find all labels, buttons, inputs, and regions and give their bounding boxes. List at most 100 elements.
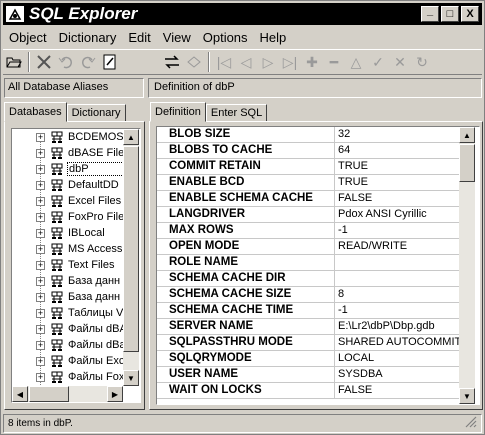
property-value[interactable]: TRUE xyxy=(335,175,463,190)
menu-help[interactable]: Help xyxy=(254,30,293,45)
expand-icon[interactable]: + xyxy=(36,196,45,206)
tree-vertical-scrollbar[interactable]: ▲ ▼ xyxy=(123,129,139,386)
redo-icon[interactable] xyxy=(77,51,99,73)
expand-icon[interactable]: + xyxy=(36,340,45,350)
open-icon[interactable] xyxy=(3,51,25,73)
property-row[interactable]: SQLPASSTHRU MODE SHARED AUTOCOMMIT xyxy=(157,335,463,351)
property-row[interactable]: ROLE NAME xyxy=(157,255,463,271)
refresh-icon[interactable]: ↻ xyxy=(411,51,433,73)
menu-options[interactable]: Options xyxy=(197,30,254,45)
tree-item[interactable]: + FoxPro Files xyxy=(12,209,124,225)
last-record-icon[interactable]: ▷| xyxy=(279,51,301,73)
app-icon[interactable] xyxy=(6,6,24,22)
property-row[interactable]: SCHEMA CACHE TIME -1 xyxy=(157,303,463,319)
expand-icon[interactable]: + xyxy=(36,228,45,238)
tree-item[interactable]: + DefaultDD xyxy=(12,177,124,193)
property-value[interactable]: 64 xyxy=(335,143,463,158)
expand-icon[interactable]: + xyxy=(36,132,45,142)
scroll-up-icon[interactable]: ▲ xyxy=(459,127,475,143)
property-row[interactable]: MAX ROWS -1 xyxy=(157,223,463,239)
property-row[interactable]: SERVER NAME E:\Lr2\dbP\Dbp.gdb xyxy=(157,319,463,335)
delete-record-icon[interactable]: ━ xyxy=(323,51,345,73)
property-value[interactable]: FALSE xyxy=(335,191,463,206)
tab-definition[interactable]: Definition xyxy=(150,102,206,122)
minimize-button[interactable]: _ xyxy=(421,6,439,22)
expand-icon[interactable]: + xyxy=(36,292,45,302)
scroll-down-icon[interactable]: ▼ xyxy=(459,388,475,404)
scroll-left-icon[interactable]: ◀ xyxy=(12,386,28,402)
first-record-icon[interactable]: |◁ xyxy=(213,51,235,73)
tree-item[interactable]: + Excel Files xyxy=(12,193,124,209)
expand-icon[interactable]: + xyxy=(36,308,45,318)
tree-item[interactable]: + Файлы Fox xyxy=(12,369,124,385)
delete-icon[interactable] xyxy=(33,51,55,73)
tab-dictionary[interactable]: Dictionary xyxy=(66,104,126,122)
menu-object[interactable]: Object xyxy=(3,30,53,45)
close-button[interactable]: X xyxy=(461,6,479,22)
property-value[interactable] xyxy=(335,271,463,286)
cancel-changes-icon[interactable] xyxy=(183,51,205,73)
expand-icon[interactable]: + xyxy=(36,260,45,270)
property-value[interactable]: E:\Lr2\dbP\Dbp.gdb xyxy=(335,319,463,334)
tree-item[interactable]: + BCDEMOS xyxy=(12,129,124,145)
tree-item[interactable]: + dBASE Files xyxy=(12,145,124,161)
property-row[interactable]: WAIT ON LOCKS FALSE xyxy=(157,383,463,399)
title-bar[interactable]: SQL Explorer _ □ X xyxy=(3,3,482,25)
property-value[interactable]: FALSE xyxy=(335,383,463,398)
property-row[interactable]: LANGDRIVER Pdox ANSI Cyrillic xyxy=(157,207,463,223)
database-tree[interactable]: + BCDEMOS + dBASE Files + dbP + DefaultDD + Excel… xyxy=(11,128,141,403)
property-row[interactable]: BLOBS TO CACHE 64 xyxy=(157,143,463,159)
tree-item[interactable]: + IBLocal xyxy=(12,225,124,241)
expand-icon[interactable]: + xyxy=(36,356,45,366)
expand-icon[interactable]: + xyxy=(36,148,45,158)
properties-grid[interactable]: BLOB SIZE 32 BLOBS TO CACHE 64 COMMIT RETAIN… xyxy=(156,126,480,405)
property-value[interactable]: SHARED AUTOCOMMIT xyxy=(335,335,463,350)
property-value[interactable] xyxy=(335,255,463,270)
tab-enter-sql[interactable]: Enter SQL xyxy=(205,104,268,122)
tree-item[interactable]: + Файлы dBa xyxy=(12,337,124,353)
property-value[interactable]: 32 xyxy=(335,127,463,142)
grid-vertical-scrollbar[interactable]: ▲ ▼ xyxy=(459,127,475,404)
undo-icon[interactable] xyxy=(55,51,77,73)
expand-icon[interactable]: + xyxy=(36,276,45,286)
tree-horizontal-scrollbar[interactable]: ◀ ▶ xyxy=(12,386,123,402)
insert-record-icon[interactable]: ✚ xyxy=(301,51,323,73)
apply-icon[interactable] xyxy=(161,51,183,73)
maximize-button[interactable]: □ xyxy=(441,6,459,22)
tree-hscroll-thumb[interactable] xyxy=(29,386,69,402)
property-row[interactable]: SCHEMA CACHE SIZE 8 xyxy=(157,287,463,303)
property-value[interactable]: READ/WRITE xyxy=(335,239,463,254)
property-row[interactable]: SCHEMA CACHE DIR xyxy=(157,271,463,287)
edit-object-icon[interactable] xyxy=(99,51,121,73)
property-row[interactable]: SQLQRYMODE LOCAL xyxy=(157,351,463,367)
property-value[interactable]: -1 xyxy=(335,303,463,318)
expand-icon[interactable]: + xyxy=(36,180,45,190)
property-value[interactable]: TRUE xyxy=(335,159,463,174)
expand-icon[interactable]: + xyxy=(36,324,45,334)
scroll-down-icon[interactable]: ▼ xyxy=(123,370,139,386)
tree-item[interactable]: + Файлы dBA xyxy=(12,321,124,337)
menu-edit[interactable]: Edit xyxy=(122,30,156,45)
property-row[interactable]: ENABLE BCD TRUE xyxy=(157,175,463,191)
tree-item[interactable]: + Файлы Exc xyxy=(12,353,124,369)
property-value[interactable]: -1 xyxy=(335,223,463,238)
scroll-up-icon[interactable]: ▲ xyxy=(123,129,139,145)
tree-item[interactable]: + dbP xyxy=(12,161,124,177)
grid-scroll-thumb[interactable] xyxy=(459,144,475,182)
tree-scroll-thumb[interactable] xyxy=(123,146,139,352)
property-value[interactable]: LOCAL xyxy=(335,351,463,366)
scroll-right-icon[interactable]: ▶ xyxy=(107,386,123,402)
expand-icon[interactable]: + xyxy=(36,244,45,254)
property-row[interactable]: COMMIT RETAIN TRUE xyxy=(157,159,463,175)
tree-item[interactable]: + Text Files xyxy=(12,257,124,273)
edit-record-icon[interactable]: △ xyxy=(345,51,367,73)
property-value[interactable]: SYSDBA xyxy=(335,367,463,382)
menu-dictionary[interactable]: Dictionary xyxy=(53,30,123,45)
prior-record-icon[interactable]: ◁ xyxy=(235,51,257,73)
tab-databases[interactable]: Databases xyxy=(4,102,67,122)
resize-grip-icon[interactable] xyxy=(465,416,477,428)
tree-item[interactable]: + MS Access xyxy=(12,241,124,257)
property-value[interactable]: Pdox ANSI Cyrillic xyxy=(335,207,463,222)
property-row[interactable]: ENABLE SCHEMA CACHE FALSE xyxy=(157,191,463,207)
tree-item[interactable]: + Таблицы V xyxy=(12,305,124,321)
